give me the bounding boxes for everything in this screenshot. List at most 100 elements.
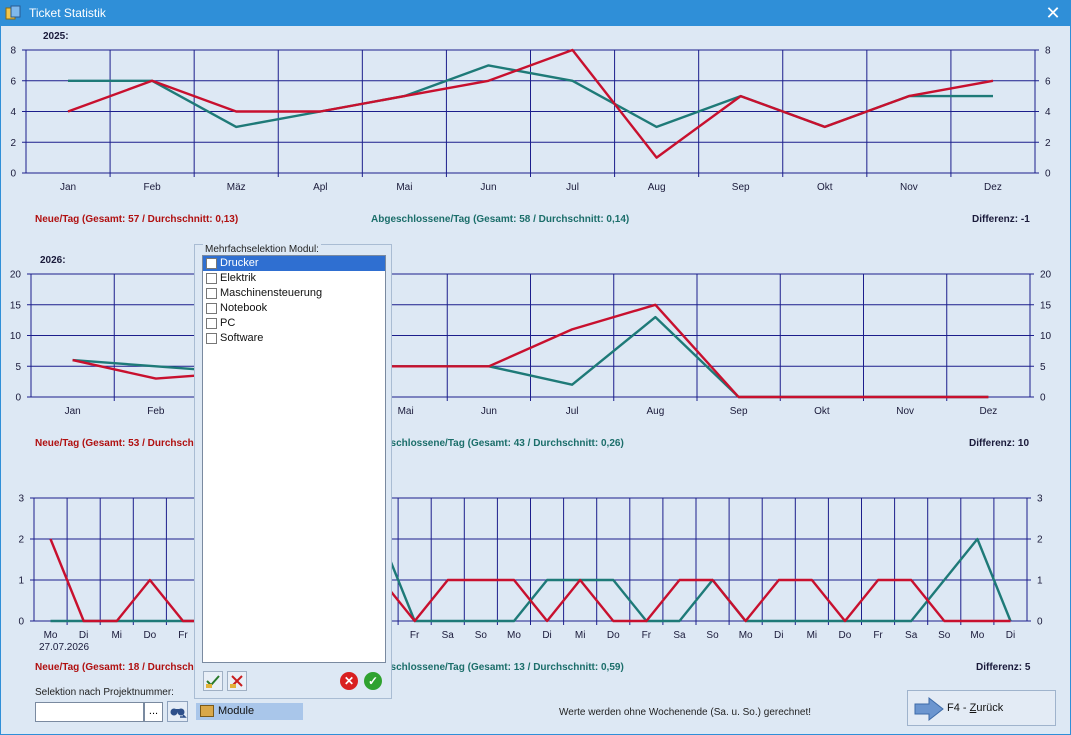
y-tick-label-left: 20 [10, 270, 22, 281]
y-tick-label-right: 0 [1045, 169, 1051, 180]
y-tick-label-right: 20 [1040, 270, 1052, 281]
checkbox[interactable] [206, 258, 217, 269]
y-tick-label-left: 15 [10, 300, 22, 311]
y-tick-label-right: 0 [1040, 393, 1046, 404]
checkbox[interactable] [206, 333, 217, 344]
y-tick-label-left: 2 [10, 138, 16, 149]
x-tick-label: Jul [566, 182, 579, 193]
stat-neue-week: Neue/Tag (Gesamt: 18 / Durchschn [35, 662, 200, 673]
x-tick-label: Fr [873, 630, 883, 641]
x-tick-label: Fr [178, 630, 188, 641]
project-search-button[interactable] [167, 701, 188, 722]
uncheck-all-icon [230, 675, 243, 688]
module-item[interactable]: Software [203, 331, 385, 346]
select-all-button[interactable] [203, 671, 223, 691]
y-tick-label-right: 8 [1045, 46, 1051, 57]
ok-button[interactable]: ✓ [364, 672, 382, 690]
chart-2025-title: 2025: [43, 31, 69, 42]
module-item[interactable]: Maschinensteuerung [203, 286, 385, 301]
y-tick-label-left: 6 [10, 76, 16, 87]
module-item[interactable]: PC [203, 316, 385, 331]
module-list: Drucker Elektrik Maschinensteuerung Note… [202, 255, 386, 663]
x-tick-label: Jan [60, 182, 76, 193]
x-tick-label: Mo [739, 630, 753, 641]
x-tick-label: Fr [410, 630, 420, 641]
x-tick-label: So [475, 630, 488, 641]
module-item[interactable]: Drucker [203, 256, 385, 271]
x-tick-label: Jul [566, 406, 579, 417]
y-tick-label-right: 3 [1037, 494, 1043, 505]
x-tick-label: Do [143, 630, 156, 641]
x-tick-label: Sa [673, 630, 686, 641]
x-tick-label: Mai [398, 406, 414, 417]
x-tick-label: So [938, 630, 951, 641]
y-tick-label-right: 15 [1040, 300, 1052, 311]
stat-differenz-2025: Differenz: -1 [972, 214, 1030, 225]
y-tick-label-right: 0 [1037, 617, 1043, 628]
y-tick-label-right: 2 [1045, 138, 1051, 149]
check-all-icon [206, 675, 220, 688]
module-button[interactable]: Module [196, 703, 303, 720]
x-tick-label: Sep [730, 406, 748, 417]
project-number-input[interactable] [35, 702, 144, 722]
x-tick-label: Nov [896, 406, 914, 417]
x-tick-label: Mäz [227, 182, 246, 193]
module-item-label: Maschinensteuerung [220, 287, 323, 299]
x-tick-label: Mo [507, 630, 521, 641]
x-tick-label: Dez [984, 182, 1002, 193]
y-tick-label-right: 2 [1037, 535, 1043, 546]
x-tick-label: Apl [313, 182, 327, 193]
stat-differenz-week: Differenz: 5 [976, 662, 1031, 673]
x-tick-label: Okt [817, 182, 833, 193]
module-item-label: PC [220, 317, 236, 329]
module-selection-popup: Mehrfachselektion Modul: Drucker Elektri… [194, 244, 392, 699]
y-tick-label-right: 10 [1040, 331, 1052, 342]
module-item[interactable]: Notebook [203, 301, 385, 316]
y-tick-label-right: 4 [1045, 107, 1051, 118]
stat-neue-2026: Neue/Tag (Gesamt: 53 / Durchschni [35, 438, 203, 449]
stat-abgeschlossen-week: eschlossene/Tag (Gesamt: 13 / Durchschni… [385, 662, 624, 673]
y-tick-label-left: 0 [15, 393, 21, 404]
project-browse-button[interactable]: ... [144, 702, 163, 722]
checkbox[interactable] [206, 273, 217, 284]
charts-canvas: 0 0 2 2 4 4 6 6 8 8 Jan Feb Mäz Apl Mai Jun Jul Aug Sep Okt… [10, 46, 1052, 642]
x-tick-label: Mai [396, 182, 412, 193]
checkbox[interactable] [206, 303, 217, 314]
x-tick-label: Aug [646, 406, 664, 417]
x-tick-label: Mi [575, 630, 586, 641]
checkbox[interactable] [206, 318, 217, 329]
module-item-label: Elektrik [220, 272, 257, 284]
x-tick-label: Di [79, 630, 88, 641]
module-icon [200, 705, 214, 717]
x-tick-label: Mi [111, 630, 122, 641]
popup-title: Mehrfachselektion Modul: [203, 244, 321, 255]
x-tick-label: Sep [732, 182, 750, 193]
module-item-label: Software [220, 332, 264, 344]
x-tick-label: Dez [979, 406, 997, 417]
module-item-label: Drucker [220, 257, 259, 269]
y-tick-label-left: 0 [10, 169, 16, 180]
deselect-all-button[interactable] [227, 671, 247, 691]
y-tick-label-right: 5 [1040, 362, 1046, 373]
x-tick-label: Jan [65, 406, 81, 417]
x-tick-label: So [706, 630, 719, 641]
arrow-right-icon [914, 696, 944, 722]
x-tick-label: Sa [442, 630, 455, 641]
x-tick-label: Do [839, 630, 852, 641]
module-button-label: Module [218, 705, 255, 717]
checkbox[interactable] [206, 288, 217, 299]
y-tick-label-left: 2 [18, 535, 24, 546]
stat-neue-2025: Neue/Tag (Gesamt: 57 / Durchschnitt: 0,1… [35, 214, 239, 225]
x-tick-label: Fr [642, 630, 652, 641]
cancel-button[interactable]: ✕ [340, 672, 358, 690]
back-button[interactable]: F4 - Zurück [907, 690, 1056, 726]
x-tick-label: Feb [144, 182, 162, 193]
x-tick-label: Di [542, 630, 551, 641]
x-tick-label: Jun [481, 406, 497, 417]
x-tick-label: Feb [147, 406, 165, 417]
y-tick-label-left: 0 [18, 617, 24, 628]
module-item[interactable]: Elektrik [203, 271, 385, 286]
x-tick-label: Aug [648, 182, 666, 193]
weekend-note: Werte werden ohne Wochenende (Sa. u. So.… [559, 707, 812, 718]
y-tick-label-left: 3 [18, 494, 24, 505]
